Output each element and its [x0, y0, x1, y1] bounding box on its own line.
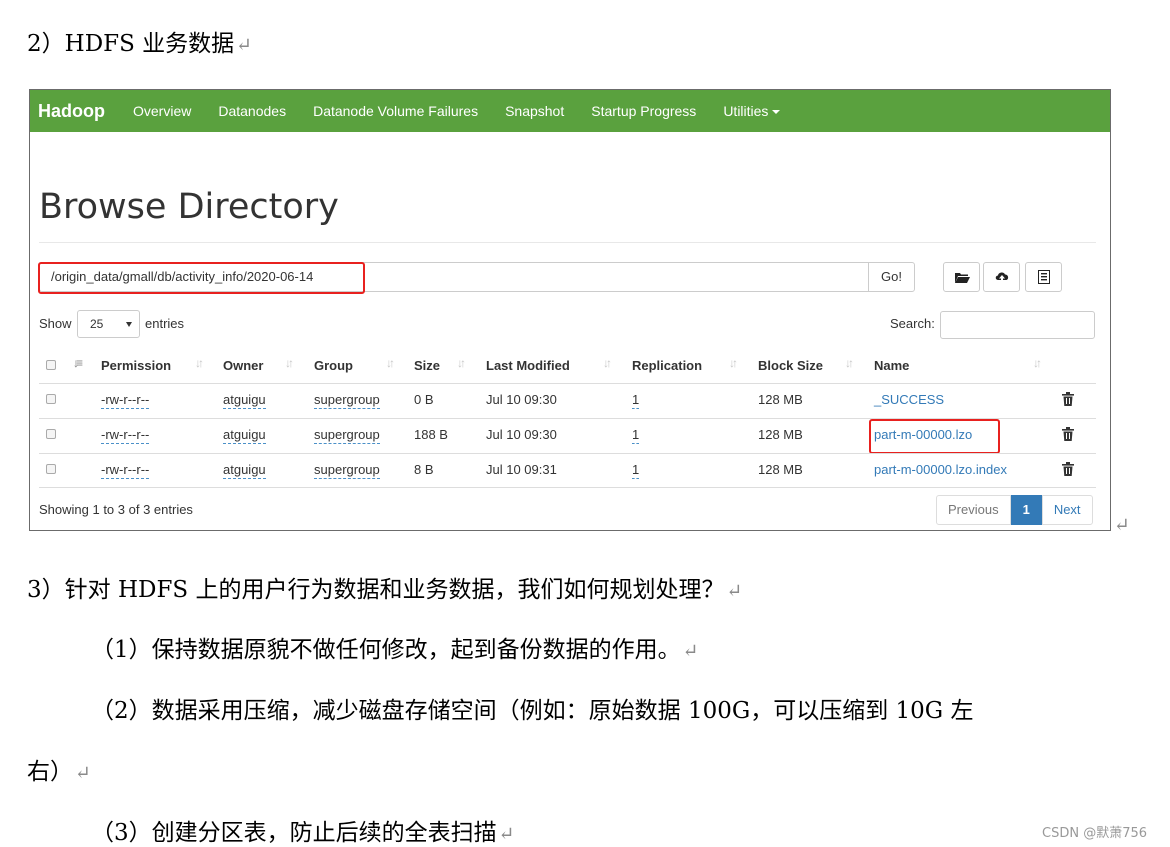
owner-cell[interactable]: atguigu — [223, 427, 266, 444]
nav-volume-failures[interactable]: Datanode Volume Failures — [313, 103, 478, 119]
trash-icon[interactable] — [1062, 427, 1074, 441]
return-mark: ↵ — [1114, 514, 1130, 536]
owner-cell[interactable]: atguigu — [223, 462, 266, 479]
page-title: Browse Directory — [39, 187, 339, 227]
owner-cell[interactable]: atguigu — [223, 392, 266, 409]
search-input[interactable] — [940, 311, 1095, 339]
sort-icon[interactable]: ↓↑ — [195, 356, 204, 370]
path-highlight-box — [38, 262, 365, 294]
file-name-link[interactable]: _SUCCESS — [874, 392, 944, 407]
size-cell: 188 B — [414, 427, 448, 442]
list-item: （2）数据采用压缩，减少磁盘存储空间（例如：原始数据 100G，可以压缩到 10… — [91, 698, 974, 724]
row-checkbox[interactable] — [46, 429, 56, 439]
list-item: （3）创建分区表，防止后续的全表扫描 ↵ — [91, 820, 515, 846]
nav-utilities[interactable]: Utilities — [723, 103, 781, 119]
new-file-button[interactable] — [1025, 262, 1062, 292]
sort-icon[interactable]: ↓↑ — [285, 356, 294, 370]
group-cell[interactable]: supergroup — [314, 427, 380, 444]
previous-button[interactable]: Previous — [936, 495, 1011, 525]
caret-down-icon — [772, 110, 781, 115]
question-paragraph: 3）针对 HDFS 上的用户行为数据和业务数据，我们如何规划处理？ ↵ — [27, 577, 743, 603]
block-size-cell: 128 MB — [758, 462, 803, 477]
divider — [39, 242, 1096, 243]
replication-cell[interactable]: 1 — [632, 392, 640, 409]
nav-utilities-label: Utilities — [723, 103, 769, 119]
sort-asc-icon[interactable]: ↓≡ — [73, 356, 83, 370]
header-group[interactable]: Group — [314, 358, 353, 373]
section-heading: 2）HDFS 业务数据 ↵ — [27, 31, 253, 57]
divider — [39, 453, 1096, 454]
file-name-link[interactable]: part-m-00000.lzo.index — [874, 462, 1007, 477]
header-permission[interactable]: Permission — [101, 358, 171, 373]
sort-icon[interactable]: ↓↑ — [603, 356, 612, 370]
nav-datanodes[interactable]: Datanodes — [218, 103, 286, 119]
header-owner[interactable]: Owner — [223, 358, 263, 373]
document-list-icon — [1037, 270, 1050, 284]
modified-cell: Jul 10 09:31 — [486, 462, 557, 477]
open-folder-button[interactable] — [943, 262, 980, 292]
divider — [39, 383, 1096, 384]
sort-icon[interactable]: ↓↑ — [386, 356, 395, 370]
go-button[interactable]: Go! — [868, 262, 915, 292]
search-label: Search: — [890, 316, 935, 331]
hadoop-browser-panel: Hadoop Overview Datanodes Datanode Volum… — [29, 89, 1111, 531]
block-size-cell: 128 MB — [758, 392, 803, 407]
header-replication[interactable]: Replication — [632, 358, 702, 373]
size-cell: 8 B — [414, 462, 434, 477]
modified-cell: Jul 10 09:30 — [486, 427, 557, 442]
show-label: Show — [39, 316, 72, 331]
modified-cell: Jul 10 09:30 — [486, 392, 557, 407]
table-info: Showing 1 to 3 of 3 entries — [39, 502, 193, 517]
replication-cell[interactable]: 1 — [632, 427, 640, 444]
permission-cell[interactable]: -rw-r--r-- — [101, 427, 150, 444]
list-item: （1）保持数据原貌不做任何修改，起到备份数据的作用。 ↵ — [91, 637, 699, 663]
brand-logo[interactable]: Hadoop — [38, 101, 105, 122]
page-1-button[interactable]: 1 — [1010, 495, 1042, 525]
row-checkbox[interactable] — [46, 464, 56, 474]
sort-icon[interactable]: ↓↑ — [457, 356, 466, 370]
pagination: Previous 1 Next — [936, 495, 1093, 525]
trash-icon[interactable] — [1062, 392, 1074, 406]
replication-cell[interactable]: 1 — [632, 462, 640, 479]
page-size-select[interactable]: 25 — [77, 310, 140, 338]
header-last-modified[interactable]: Last Modified — [486, 358, 570, 373]
size-cell: 0 B — [414, 392, 434, 407]
nav-overview[interactable]: Overview — [133, 103, 191, 119]
row-checkbox[interactable] — [46, 394, 56, 404]
next-button[interactable]: Next — [1041, 495, 1093, 525]
group-cell[interactable]: supergroup — [314, 462, 380, 479]
entries-label: entries — [145, 316, 185, 331]
header-block-size[interactable]: Block Size — [758, 358, 823, 373]
header-name[interactable]: Name — [874, 358, 909, 373]
page-size-value: 25 — [90, 317, 104, 331]
caret-down-icon — [126, 322, 132, 327]
sort-icon[interactable]: ↓↑ — [1033, 356, 1042, 370]
nav-snapshot[interactable]: Snapshot — [505, 103, 564, 119]
permission-cell[interactable]: -rw-r--r-- — [101, 462, 150, 479]
list-item-continuation: 右） ↵ — [27, 759, 91, 785]
name-highlight-box — [869, 419, 1000, 454]
trash-icon[interactable] — [1062, 462, 1074, 476]
watermark: CSDN @默萧756 — [1042, 826, 1148, 841]
divider — [39, 487, 1096, 488]
sort-icon[interactable]: ↓↑ — [845, 356, 854, 370]
header-size[interactable]: Size — [414, 358, 440, 373]
sort-icon[interactable]: ↓↑ — [729, 356, 738, 370]
group-cell[interactable]: supergroup — [314, 392, 380, 409]
select-all-checkbox[interactable] — [46, 360, 56, 370]
navbar: Hadoop Overview Datanodes Datanode Volum… — [30, 90, 1110, 132]
nav-startup-progress[interactable]: Startup Progress — [591, 103, 696, 119]
folder-open-icon — [954, 273, 970, 283]
permission-cell[interactable]: -rw-r--r-- — [101, 392, 150, 409]
upload-button[interactable] — [983, 262, 1020, 292]
block-size-cell: 128 MB — [758, 427, 803, 442]
cloud-upload-icon — [995, 272, 1008, 283]
